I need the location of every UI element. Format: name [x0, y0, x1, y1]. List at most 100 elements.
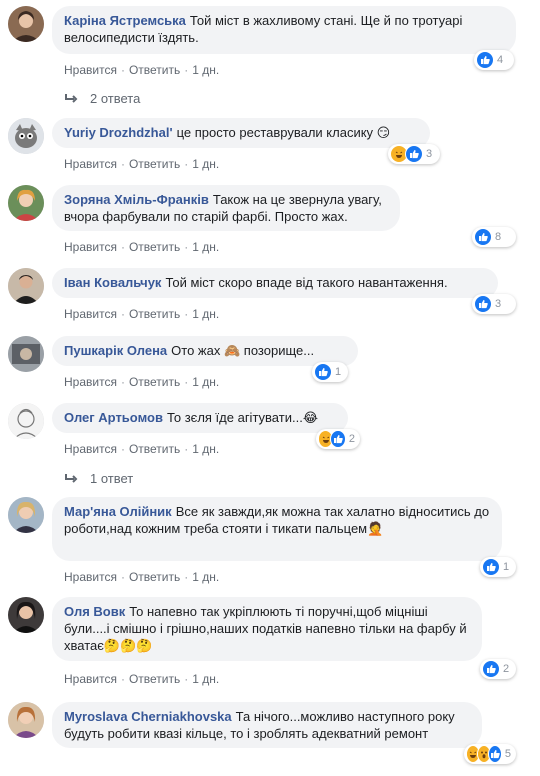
- comment-bubble: Оля Вовк То напевно так укріплюють ті пор…: [52, 597, 482, 661]
- like-button[interactable]: Нравится: [64, 157, 117, 171]
- comment-author[interactable]: Зоряна Хміль-Франків: [64, 192, 209, 207]
- comment-emoji: 🤦: [367, 522, 384, 537]
- avatar[interactable]: [8, 497, 44, 533]
- timestamp[interactable]: 1 дн.: [192, 157, 219, 171]
- view-replies-link[interactable]: 1 ответ: [64, 471, 133, 486]
- like-button[interactable]: Нравится: [64, 672, 117, 686]
- separator: ·: [120, 307, 125, 321]
- reaction-summary[interactable]: 1: [480, 557, 516, 577]
- separator: ·: [184, 375, 189, 389]
- reply-button[interactable]: Ответить: [129, 570, 180, 584]
- reply-arrow-icon: [65, 93, 78, 103]
- reaction-summary[interactable]: 5: [464, 744, 516, 764]
- reaction-summary[interactable]: 3: [472, 294, 516, 314]
- reaction-count: 2: [503, 663, 510, 675]
- separator: ·: [184, 570, 189, 584]
- avatar[interactable]: [8, 6, 44, 42]
- timestamp[interactable]: 1 дн.: [192, 442, 219, 456]
- reply-button[interactable]: Ответить: [129, 307, 180, 321]
- comment-bubble: Yuriy Drozhdzhal' це просто реставрували …: [52, 118, 430, 148]
- like-reaction-icon: [405, 145, 423, 163]
- reaction-count: 1: [503, 561, 510, 573]
- comment-author[interactable]: Myroslava Cherniakhovska: [64, 709, 232, 724]
- comment-bubble: Каріна Ястремська Той міст в жахливому ст…: [52, 6, 516, 54]
- reaction-summary[interactable]: 2: [316, 429, 360, 449]
- replies-count: 2 ответа: [90, 91, 141, 106]
- like-reaction-icon: [482, 660, 500, 678]
- like-reaction-icon: [488, 745, 502, 763]
- reaction-count: 5: [504, 748, 511, 760]
- comment-actions: Нравится · Ответить · 1 дн.: [64, 671, 219, 687]
- comment-author[interactable]: Yuriy Drozhdzhal': [64, 125, 173, 140]
- comment-actions: Нравится · Ответить · 1 дн.: [64, 62, 219, 78]
- reaction-count: 3: [426, 148, 433, 160]
- comment-author[interactable]: Пушкарік Олена: [64, 343, 167, 358]
- comment-author[interactable]: Оля Вовк: [64, 604, 125, 619]
- comment-actions: Нравится · Ответить · 1 дн.: [64, 441, 219, 457]
- comment-text: це просто реставрували класику: [176, 125, 374, 140]
- separator: ·: [184, 240, 189, 254]
- timestamp[interactable]: 1 дн.: [192, 570, 219, 584]
- separator: ·: [120, 442, 125, 456]
- reply-button[interactable]: Ответить: [129, 375, 180, 389]
- avatar[interactable]: [8, 597, 44, 633]
- reply-button[interactable]: Ответить: [129, 157, 180, 171]
- comment-actions: Нравится · Ответить · 1 дн.: [64, 239, 219, 255]
- like-reaction-icon: [314, 363, 332, 381]
- reply-button[interactable]: Ответить: [129, 63, 180, 77]
- comment-text: Ото жах: [171, 343, 221, 358]
- comment-text: То зєля їде агітувати...: [166, 410, 303, 425]
- like-button[interactable]: Нравится: [64, 63, 117, 77]
- avatar[interactable]: [8, 118, 44, 154]
- reaction-summary[interactable]: 8: [472, 227, 516, 247]
- comment-text: Той міст скоро впаде від такого навантаж…: [165, 275, 448, 290]
- comment-author[interactable]: Каріна Ястремська: [64, 13, 186, 28]
- reaction-summary[interactable]: 3: [388, 144, 440, 164]
- avatar[interactable]: [8, 185, 44, 221]
- comment-author[interactable]: Іван Ковальчук: [64, 275, 161, 290]
- like-button[interactable]: Нравится: [64, 375, 117, 389]
- separator: ·: [184, 672, 189, 686]
- reaction-count: 3: [495, 298, 502, 310]
- like-reaction-icon: [482, 558, 500, 576]
- separator: ·: [120, 570, 125, 584]
- comment-actions: Нравится · Ответить · 1 дн.: [64, 156, 219, 172]
- reply-button[interactable]: Ответить: [129, 442, 180, 456]
- view-replies-link[interactable]: 2 ответа: [64, 91, 140, 106]
- comment-emoji: 🙈: [223, 344, 241, 359]
- separator: ·: [184, 63, 189, 77]
- replies-count: 1 ответ: [90, 471, 134, 486]
- like-button[interactable]: Нравится: [64, 442, 117, 456]
- timestamp[interactable]: 1 дн.: [192, 307, 219, 321]
- comment-bubble: Пушкарік Олена Ото жах 🙈 позорище...: [52, 336, 358, 366]
- like-reaction-icon: [474, 228, 492, 246]
- comment-emoji: 😂: [302, 411, 319, 426]
- like-button[interactable]: Нравится: [64, 307, 117, 321]
- avatar[interactable]: [8, 336, 44, 372]
- comment-author[interactable]: Мар'яна Олійник: [64, 504, 172, 519]
- separator: ·: [120, 240, 125, 254]
- comment-bubble: Myroslava Cherniakhovska Та нічого...можл…: [52, 702, 482, 748]
- avatar[interactable]: [8, 403, 44, 439]
- reaction-count: 1: [335, 366, 342, 378]
- timestamp[interactable]: 1 дн.: [192, 240, 219, 254]
- comment-bubble: Мар'яна Олійник Все як завжди,як можна та…: [52, 497, 502, 561]
- timestamp[interactable]: 1 дн.: [192, 375, 219, 389]
- like-button[interactable]: Нравится: [64, 240, 117, 254]
- comment-text-continued: позорище...: [243, 343, 315, 358]
- timestamp[interactable]: 1 дн.: [192, 63, 219, 77]
- avatar[interactable]: [8, 268, 44, 304]
- reaction-summary[interactable]: 2: [480, 659, 516, 679]
- comment-author[interactable]: Олег Артьомов: [64, 410, 163, 425]
- reply-button[interactable]: Ответить: [129, 240, 180, 254]
- separator: ·: [120, 375, 125, 389]
- reaction-summary[interactable]: 1: [312, 362, 348, 382]
- avatar[interactable]: [8, 702, 44, 738]
- like-button[interactable]: Нравится: [64, 570, 117, 584]
- separator: ·: [120, 157, 125, 171]
- separator: ·: [120, 63, 125, 77]
- reaction-summary[interactable]: 4: [474, 50, 514, 70]
- comment-bubble: Олег Артьомов То зєля їде агітувати...😂: [52, 403, 348, 433]
- timestamp[interactable]: 1 дн.: [192, 672, 219, 686]
- reply-button[interactable]: Ответить: [129, 672, 180, 686]
